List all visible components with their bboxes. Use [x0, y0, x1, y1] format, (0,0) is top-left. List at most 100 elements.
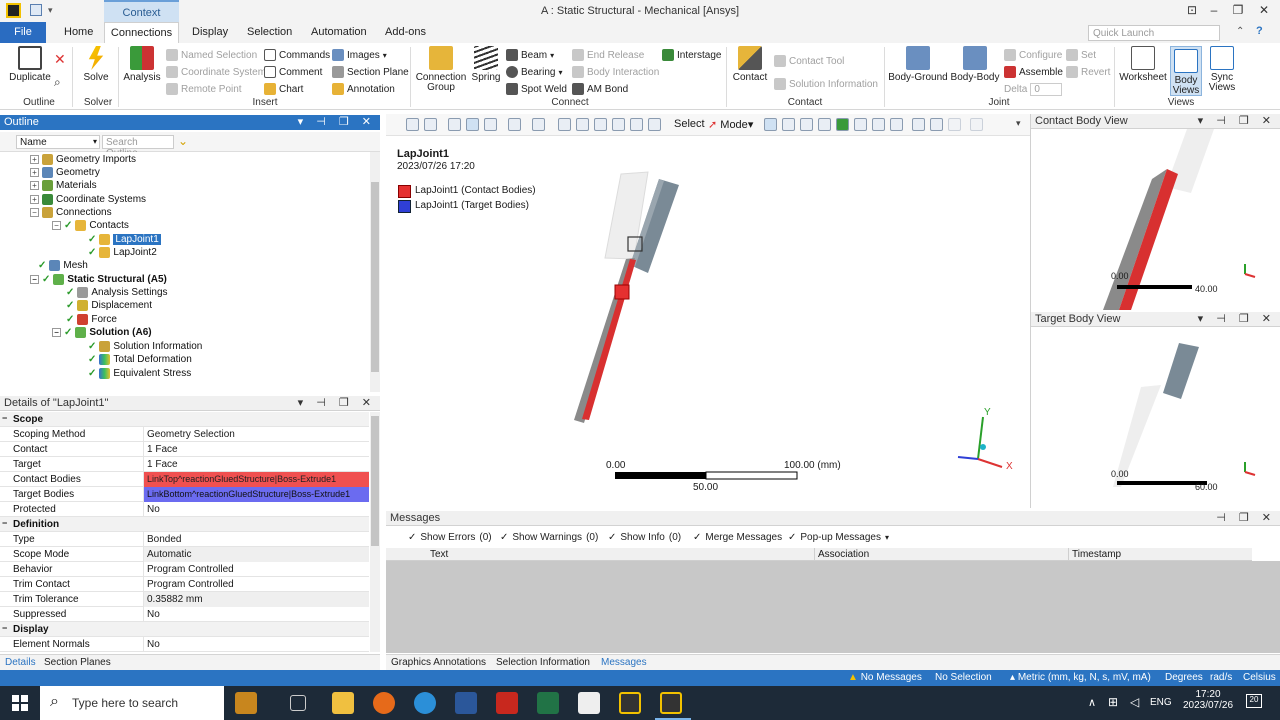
body-interaction-button[interactable]: Body Interaction [572, 64, 659, 80]
show-info-toggle[interactable]: ✓ Show Info (0) [608, 532, 681, 543]
tab-graphics-annotations[interactable]: Graphics Annotations [391, 657, 486, 668]
status-angle[interactable]: Degrees [1165, 672, 1203, 683]
body-body-button[interactable]: Body-Body [950, 46, 1000, 83]
remote-point-button[interactable]: Remote Point [166, 81, 242, 97]
contact-body-view[interactable]: 0.00 40.00 [1031, 129, 1280, 310]
row-trim-contact[interactable]: Trim Contact Program Controlled [0, 577, 369, 592]
details-scrollbar[interactable] [370, 412, 380, 652]
bearing-button[interactable]: Bearing ▾ [506, 64, 562, 80]
collapse-icon[interactable]: − [30, 275, 39, 284]
notification-icon[interactable]: 20 [1246, 694, 1262, 708]
notepad-icon[interactable] [578, 692, 600, 714]
network-icon[interactable]: ⊞ [1108, 695, 1118, 709]
row-value[interactable]: Geometry Selection [143, 427, 369, 442]
revert-button[interactable]: Revert [1066, 64, 1110, 80]
panel-controls[interactable]: ▾ ⊣ ❐ ✕ [298, 115, 376, 128]
row-value[interactable]: 1 Face [143, 457, 369, 472]
clock[interactable]: 17:20 2023/07/26 [1180, 689, 1236, 711]
contact-button[interactable]: Contact [730, 46, 770, 83]
tab-connections[interactable]: Connections [104, 22, 179, 43]
task-view-icon[interactable] [290, 695, 306, 711]
workbench-icon[interactable] [619, 692, 641, 714]
filter-options-icon[interactable]: ⌄ [178, 134, 188, 148]
taskbar-search-input[interactable]: ⌕ Type here to search [40, 686, 224, 720]
annotation-button[interactable]: Annotation [332, 81, 395, 97]
expand-selection-icon[interactable] [930, 118, 943, 131]
shaded-icon[interactable] [466, 118, 479, 131]
zoom-window-icon[interactable] [648, 118, 661, 131]
sync-views-button[interactable]: Sync Views [1206, 46, 1238, 93]
shrink-selection-icon[interactable] [948, 118, 961, 131]
beam-button[interactable]: Beam ▾ [506, 47, 554, 63]
collapse-icon[interactable]: − [52, 221, 61, 230]
row-target[interactable]: Target 1 Face [0, 457, 369, 472]
tree-item-analysis-settings[interactable]: ✓ Analysis Settings [66, 286, 168, 299]
section-definition[interactable]: − Definition [0, 517, 369, 532]
panel-controls[interactable]: ▾ ⊣ ❐ ✕ [298, 396, 376, 409]
tab-file[interactable]: File [0, 22, 46, 43]
set-button[interactable]: Set [1066, 47, 1096, 63]
select-edge-icon[interactable] [800, 118, 813, 131]
mode-dropdown[interactable]: ➚ Mode▾ [708, 118, 753, 131]
collapse-icon[interactable]: − [30, 208, 39, 217]
contact-tool-button[interactable]: Contact Tool [774, 53, 844, 69]
row-trim-tolerance[interactable]: Trim Tolerance 0.35882 mm [0, 592, 369, 607]
tab-addons[interactable]: Add-ons [377, 22, 434, 43]
tree-item-total-deformation[interactable]: ✓ Total Deformation [88, 353, 192, 366]
select-button[interactable]: Select [674, 118, 705, 130]
tab-details[interactable]: Details [5, 657, 36, 668]
duplicate-button[interactable]: Duplicate [8, 46, 52, 83]
collapse-icon[interactable]: − [52, 328, 61, 337]
firefox-icon[interactable] [373, 692, 395, 714]
show-warnings-toggle[interactable]: ✓ Show Warnings (0) [500, 532, 598, 543]
tree-item-force[interactable]: ✓ Force [66, 313, 117, 326]
tray-expand-icon[interactable]: ∧ [1088, 696, 1096, 709]
tab-automation[interactable]: Automation [303, 22, 375, 43]
graphics-viewport[interactable]: LapJoint1 2023/07/26 17:20 LapJoint1 (Co… [386, 137, 1030, 507]
select-element-icon[interactable] [872, 118, 885, 131]
row-contact-bodies[interactable]: Contact Bodies LinkTop^reactionGluedStruc… [0, 472, 369, 487]
tree-item-geometry-imports[interactable]: + Geometry Imports [30, 153, 136, 166]
file-explorer-icon[interactable] [332, 692, 354, 714]
tab-messages[interactable]: Messages [601, 657, 647, 668]
interstage-button[interactable]: Interstage [662, 47, 721, 63]
analysis-button[interactable]: Analysis [122, 46, 162, 83]
panel-controls[interactable]: ▾ ⊣ ❐ ✕ [1198, 114, 1276, 127]
status-rotation[interactable]: rad/s [1210, 672, 1232, 683]
row-scoping-method[interactable]: Scoping Method Geometry Selection [0, 427, 369, 442]
tab-section-planes[interactable]: Section Planes [44, 657, 111, 668]
select-node-icon[interactable] [854, 118, 867, 131]
section-display[interactable]: − Display [0, 622, 369, 637]
column-timestamp[interactable]: Timestamp [1072, 549, 1121, 560]
named-selection-button[interactable]: Named Selection [166, 47, 257, 63]
tab-home[interactable]: Home [56, 22, 101, 43]
commands-button[interactable]: Commands [264, 47, 330, 63]
select-body-icon[interactable] [836, 118, 849, 131]
display-style-icon[interactable] [448, 118, 461, 131]
status-messages[interactable]: ▲ No Messages [848, 672, 922, 683]
box-zoom-icon[interactable] [594, 118, 607, 131]
select-vertex-icon[interactable] [782, 118, 795, 131]
solution-information-button[interactable]: Solution Information [774, 76, 878, 92]
briefcase-app-icon[interactable] [235, 692, 257, 714]
select-element-face-icon[interactable] [890, 118, 903, 131]
show-errors-toggle[interactable]: ✓ Show Errors (0) [408, 532, 492, 543]
pan-icon[interactable] [508, 118, 521, 131]
excel-icon[interactable] [537, 692, 559, 714]
delta-field[interactable]: Delta 0 [1004, 81, 1063, 97]
body-views-button[interactable]: Body Views [1170, 46, 1202, 96]
zoom-icon[interactable] [576, 118, 589, 131]
ribbon-display-icon[interactable]: ⊡ [1182, 3, 1202, 19]
mechanical-icon[interactable] [660, 692, 682, 714]
tree-item-lapjoint1[interactable]: ✓ LapJoint1 [88, 233, 161, 246]
filter-select[interactable]: Name ▾ [16, 135, 100, 149]
move-icon[interactable] [558, 118, 571, 131]
delta-value[interactable]: 0 [1030, 82, 1063, 96]
row-value[interactable]: Bonded [143, 532, 369, 547]
tab-display[interactable]: Display [184, 22, 236, 43]
tree-item-solution-information[interactable]: ✓ Solution Information [88, 340, 202, 353]
zoom-out-icon[interactable] [424, 118, 437, 131]
row-behavior[interactable]: Behavior Program Controlled [0, 562, 369, 577]
wireframe-icon[interactable] [484, 118, 497, 131]
find-icon[interactable]: ⌕ [54, 75, 61, 90]
